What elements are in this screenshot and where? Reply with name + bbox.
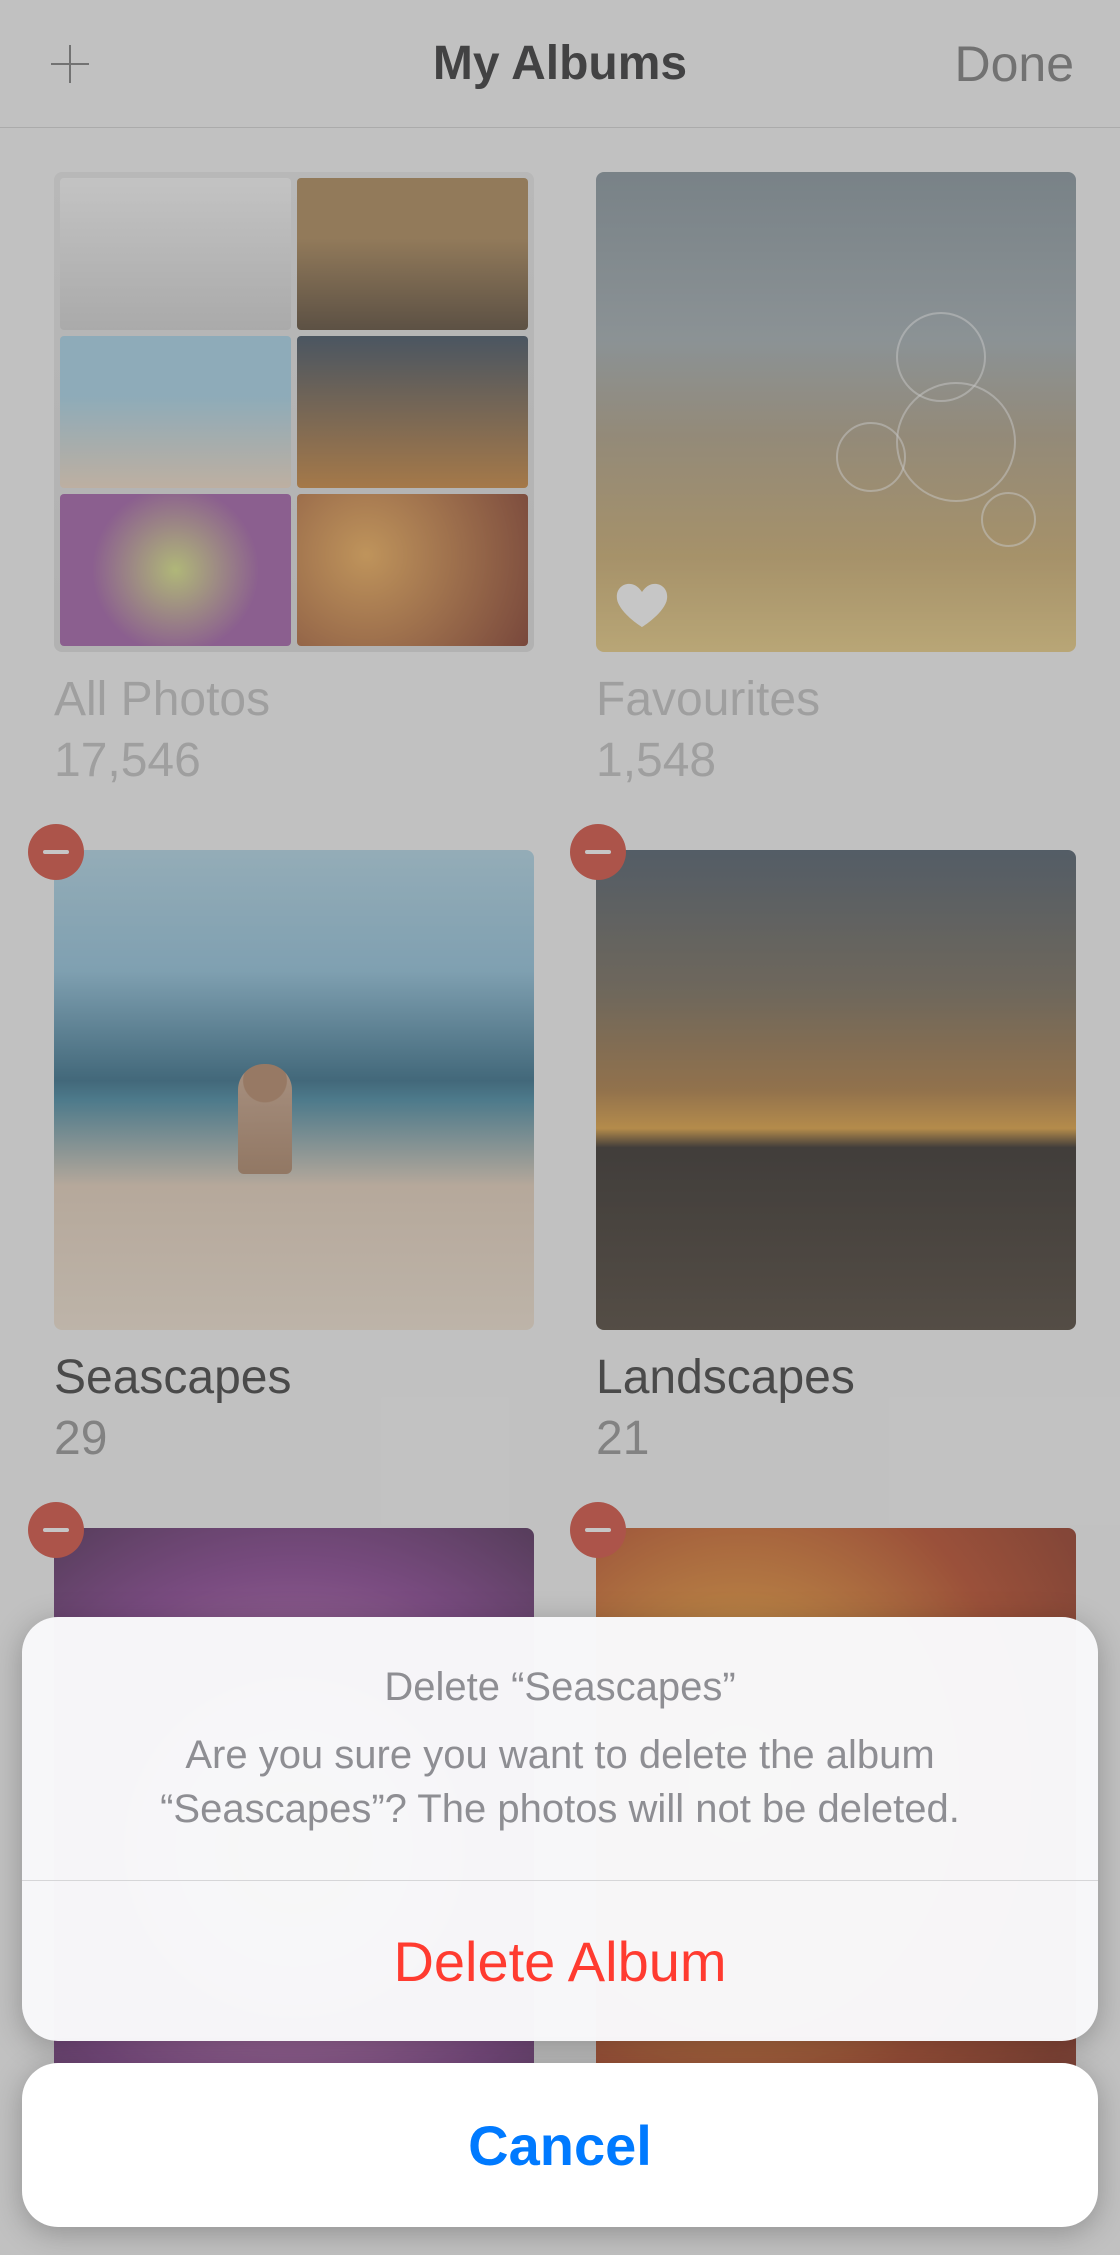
cancel-button[interactable]: Cancel [22, 2063, 1098, 2227]
action-sheet: Delete “Seascapes” Are you sure you want… [22, 1617, 1098, 2227]
action-sheet-card: Delete “Seascapes” Are you sure you want… [22, 1617, 1098, 2041]
action-sheet-header: Delete “Seascapes” Are you sure you want… [22, 1617, 1098, 1880]
action-sheet-message: Are you sure you want to delete the albu… [82, 1728, 1038, 1836]
action-sheet-title: Delete “Seascapes” [82, 1665, 1038, 1710]
delete-album-button[interactable]: Delete Album [22, 1881, 1098, 2041]
